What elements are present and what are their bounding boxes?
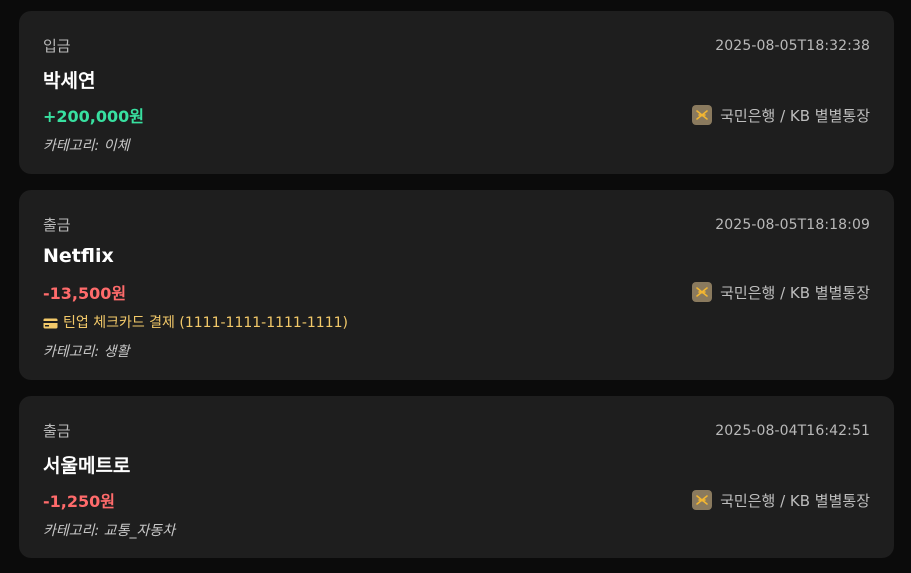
transaction-header: 출금 2025-08-05T18:18:09 xyxy=(43,214,870,235)
transaction-counterparty: 박세연 xyxy=(43,70,96,92)
transaction-category: 카테고리: 교통_자동차 xyxy=(43,523,176,539)
transaction-card[interactable]: 출금 2025-08-04T16:42:51 서울메트로 -1,250원 국민은… xyxy=(19,396,894,558)
amount-row: -1,250원 국민은행 / KB 별별통장 xyxy=(43,488,870,512)
credit-card-icon xyxy=(43,317,58,328)
transaction-type: 출금 xyxy=(43,422,71,440)
bank-account: 국민은행 / KB 별별통장 xyxy=(692,282,870,303)
bank-account-label: 국민은행 / KB 별별통장 xyxy=(720,283,870,302)
transaction-amount: -1,250원 xyxy=(43,492,115,511)
transaction-type: 출금 xyxy=(43,216,71,234)
transaction-timestamp: 2025-08-05T18:18:09 xyxy=(715,216,870,233)
transaction-amount: +200,000원 xyxy=(43,107,145,126)
kb-bank-icon xyxy=(692,105,713,125)
transaction-timestamp: 2025-08-05T18:32:38 xyxy=(715,37,870,54)
kb-bank-icon xyxy=(692,282,713,302)
transaction-category: 카테고리: 생활 xyxy=(43,344,130,360)
transaction-counterparty: Netflix xyxy=(43,245,114,267)
bank-account-label: 국민은행 / KB 별별통장 xyxy=(720,491,870,510)
transaction-amount: -13,500원 xyxy=(43,284,127,303)
transaction-timestamp: 2025-08-04T16:42:51 xyxy=(715,422,870,439)
transaction-card[interactable]: 입금 2025-08-05T18:32:38 박세연 +200,000원 국민은… xyxy=(19,11,894,174)
transaction-category: 카테고리: 이체 xyxy=(43,138,130,154)
bank-account-label: 국민은행 / KB 별별통장 xyxy=(720,106,870,125)
transaction-list: 입금 2025-08-05T18:32:38 박세연 +200,000원 국민은… xyxy=(0,0,911,573)
amount-row: -13,500원 국민은행 / KB 별별통장 xyxy=(43,280,870,304)
card-payment: 틴업 체크카드 결제 (1111-1111-1111-1111) xyxy=(43,312,348,332)
transaction-counterparty: 서울메트로 xyxy=(43,455,131,477)
transaction-card[interactable]: 출금 2025-08-05T18:18:09 Netflix -13,500원 … xyxy=(19,190,894,380)
card-payment-label: 틴업 체크카드 결제 (1111-1111-1111-1111) xyxy=(63,315,348,331)
bank-account: 국민은행 / KB 별별통장 xyxy=(692,490,870,511)
transaction-header: 입금 2025-08-05T18:32:38 xyxy=(43,35,870,56)
amount-row: +200,000원 국민은행 / KB 별별통장 xyxy=(43,103,870,127)
transaction-header: 출금 2025-08-04T16:42:51 xyxy=(43,420,870,441)
kb-bank-icon xyxy=(692,490,713,510)
bank-account: 국민은행 / KB 별별통장 xyxy=(692,105,870,126)
transaction-type: 입금 xyxy=(43,37,71,55)
